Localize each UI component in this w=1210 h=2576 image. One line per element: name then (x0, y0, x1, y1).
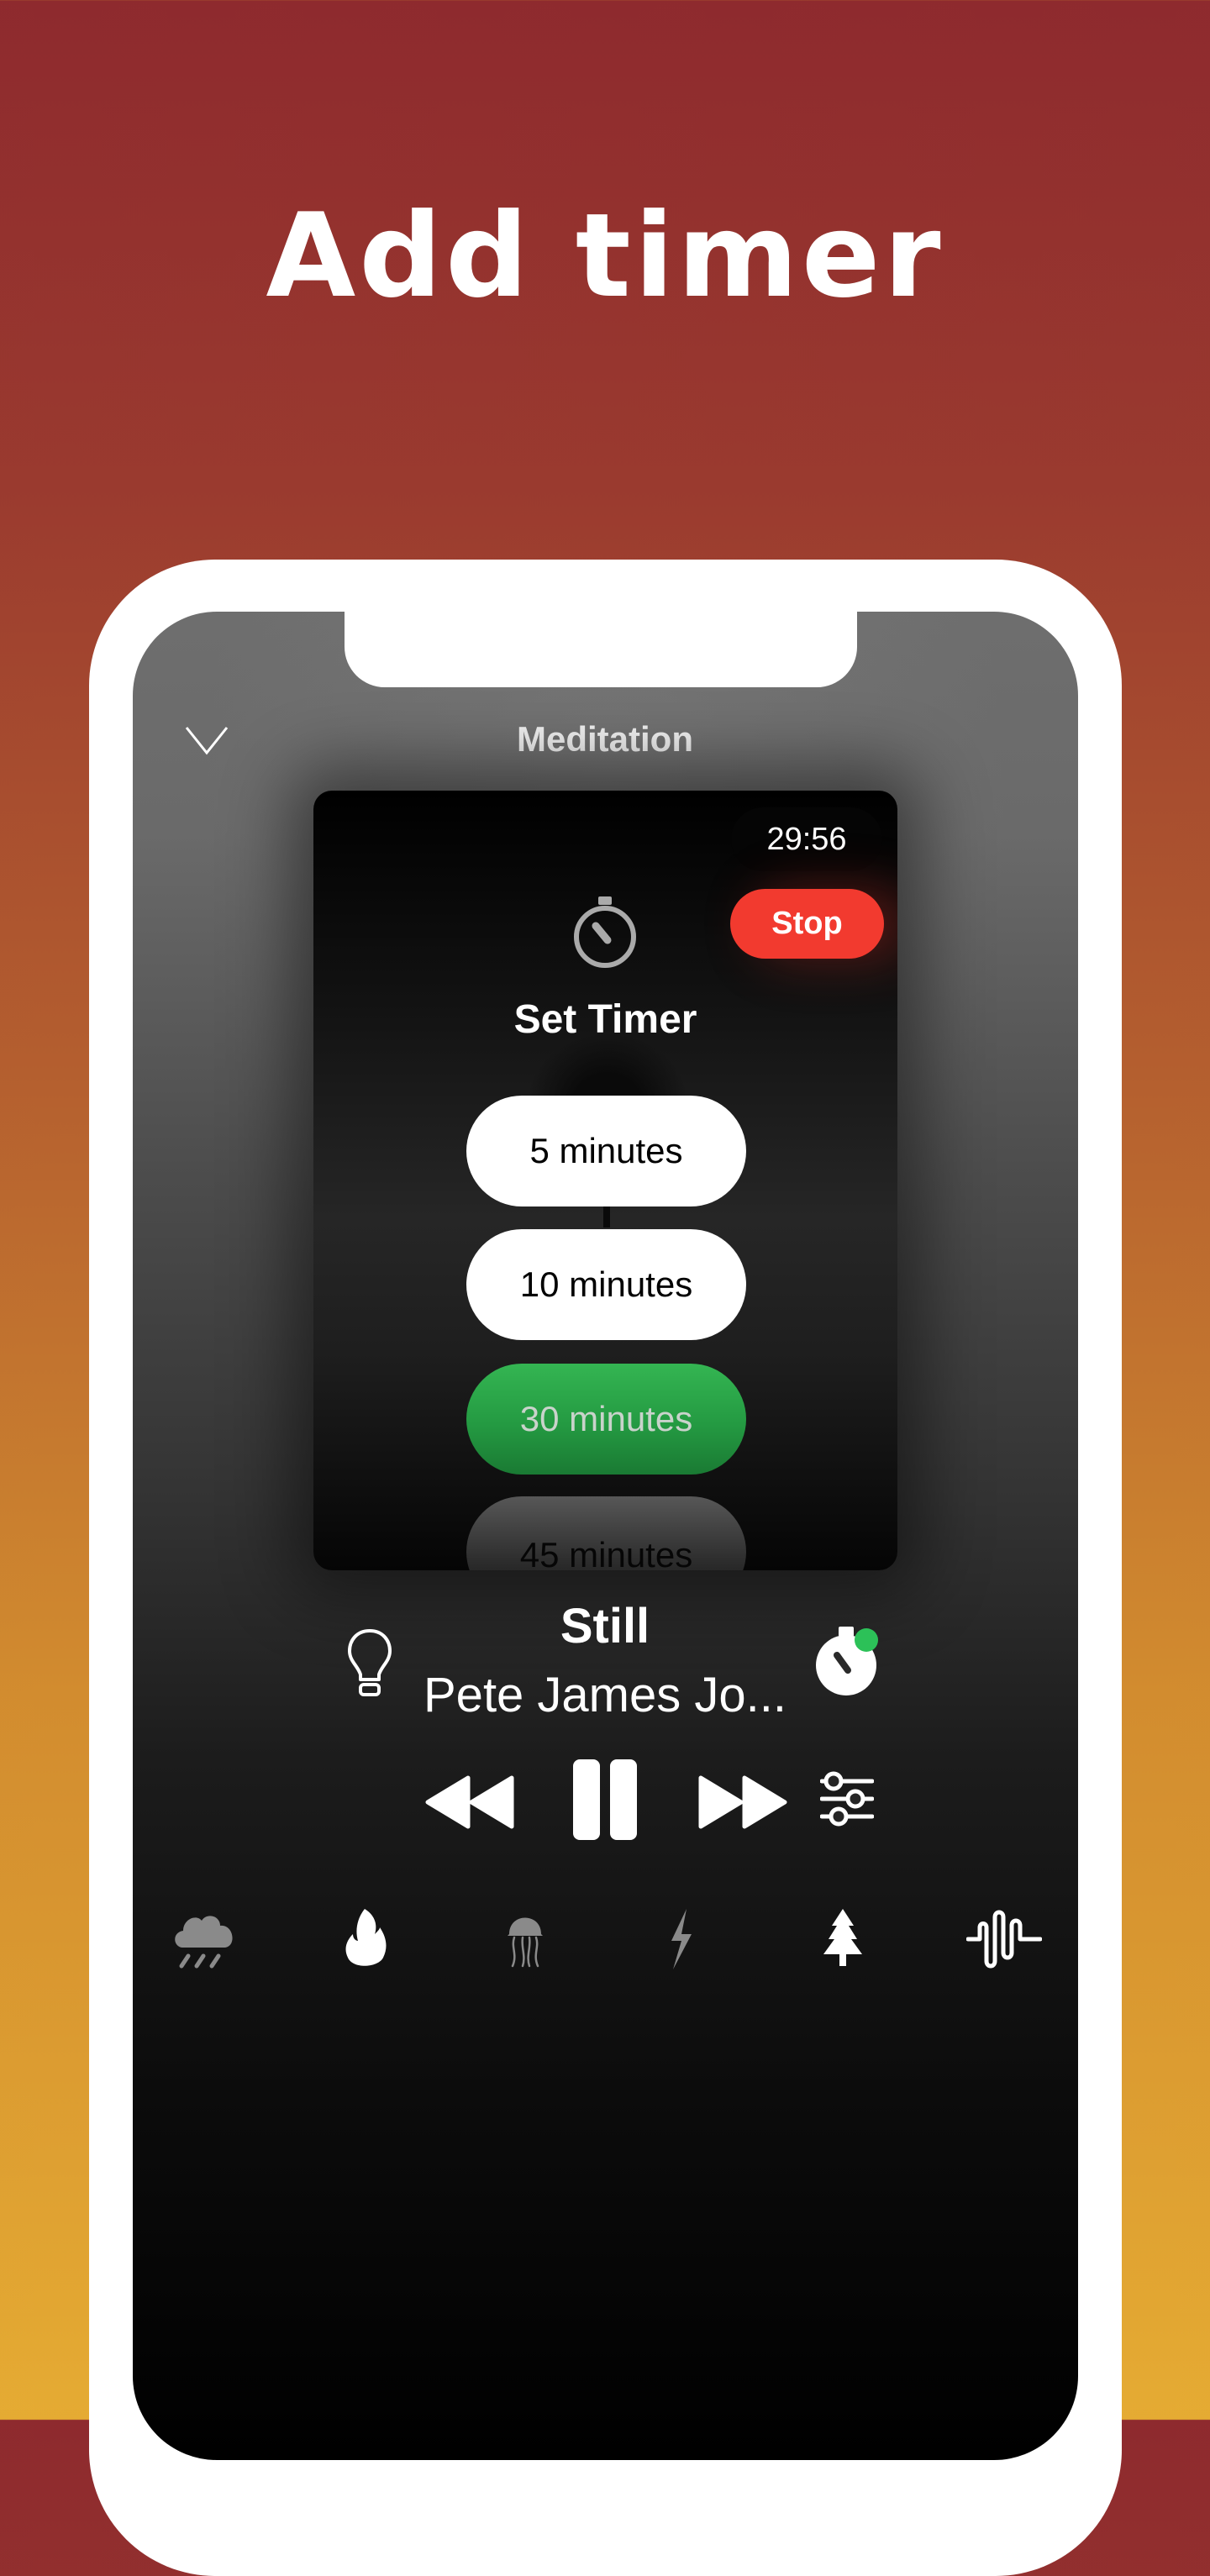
timer-option-30-selected[interactable]: 30 minutes (466, 1364, 746, 1475)
track-title: Still (560, 1599, 650, 1653)
rewind-icon[interactable] (424, 1774, 518, 1830)
page-headline: Add timer (266, 188, 944, 323)
timer-option-5[interactable]: 5 minutes (466, 1096, 746, 1207)
fast-forward-icon[interactable] (694, 1774, 788, 1830)
set-timer-heading: Set Timer (513, 997, 697, 1042)
timer-option-10[interactable]: 10 minutes (466, 1229, 746, 1340)
jellyfish-icon[interactable] (487, 1906, 563, 1973)
flame-icon[interactable] (328, 1906, 403, 1973)
timer-option-45[interactable]: 45 minutes (466, 1496, 746, 1570)
sliders-icon[interactable] (820, 1771, 874, 1827)
rain-cloud-icon[interactable] (168, 1906, 244, 1973)
pine-tree-icon[interactable] (805, 1906, 881, 1973)
screen-title: Meditation (517, 719, 693, 759)
stop-timer-button[interactable]: Stop (730, 889, 884, 959)
remaining-time: 29:56 (731, 807, 882, 871)
active-indicator-dot (855, 1628, 878, 1652)
timer-active-icon[interactable] (808, 1622, 884, 1697)
stopwatch-icon (574, 896, 636, 968)
pause-icon[interactable] (571, 1758, 639, 1842)
track-artist: Pete James Jo... (424, 1668, 786, 1722)
timer-card: 29:56 Stop Set Timer 5 minutes 10 minute… (313, 791, 897, 1570)
lightning-icon[interactable] (643, 1906, 718, 1973)
waveform-icon[interactable] (966, 1906, 1042, 1973)
phone-notch (345, 560, 857, 687)
